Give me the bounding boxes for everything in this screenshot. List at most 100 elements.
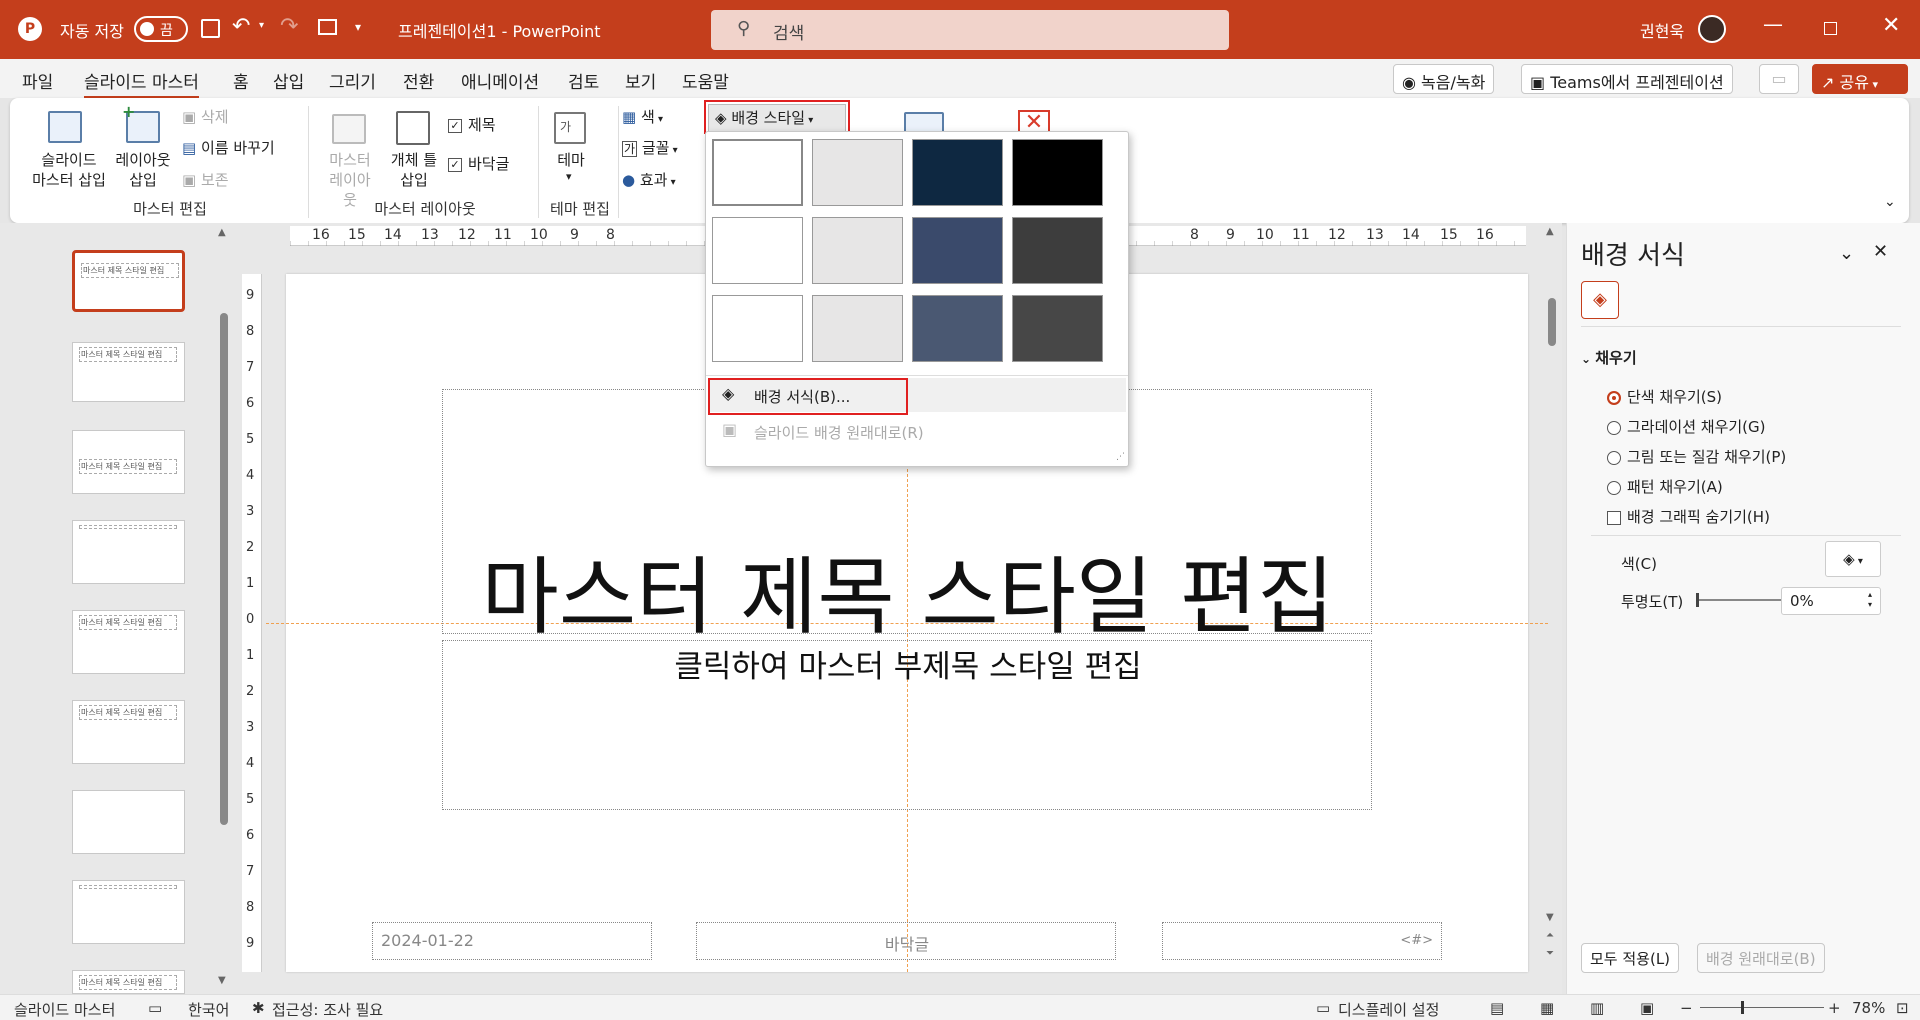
- insert-placeholder-button[interactable]: 개체 틀 삽입: [386, 150, 442, 190]
- tab-animations[interactable]: 애니메이션: [461, 68, 539, 93]
- thumbnail-layout[interactable]: [72, 790, 185, 854]
- undo-dropdown-icon[interactable]: ▾: [259, 20, 264, 31]
- scroll-up-icon[interactable]: ▲: [1546, 226, 1554, 237]
- bg-style-swatch[interactable]: [712, 217, 803, 284]
- hide-graphics-checkbox[interactable]: 배경 그래픽 숨기기(H): [1607, 506, 1770, 527]
- save-icon[interactable]: [201, 19, 220, 38]
- previous-slide-icon[interactable]: ⏶: [1546, 930, 1554, 941]
- fit-slide-icon[interactable]: ⊡: [1896, 999, 1909, 1017]
- thumbnail-layout[interactable]: 마스터 제목 스타일 편집: [72, 342, 185, 402]
- footer-checkbox[interactable]: ✓ 바닥글: [448, 154, 509, 174]
- zoom-slider-thumb[interactable]: [1741, 1001, 1744, 1014]
- bg-style-swatch[interactable]: [812, 217, 903, 284]
- bg-style-swatch[interactable]: [1012, 217, 1103, 284]
- reading-view-icon[interactable]: ▥: [1590, 999, 1604, 1017]
- scroll-thumb[interactable]: [220, 313, 228, 825]
- gradient-fill-radio[interactable]: 그라데이션 채우기(G): [1607, 416, 1766, 437]
- scroll-down-icon[interactable]: ▼: [1546, 912, 1554, 923]
- subtitle-placeholder[interactable]: 클릭하여 마스터 부제목 스타일 편집: [442, 640, 1372, 810]
- thumbnail-layout[interactable]: 마스터 제목 스타일 편집: [72, 700, 185, 764]
- status-accessibility[interactable]: 접근성: 조사 필요: [272, 999, 383, 1020]
- apply-all-button[interactable]: 모두 적용(L): [1581, 943, 1680, 973]
- title-checkbox[interactable]: ✓ 제목: [448, 115, 496, 135]
- bg-style-swatch[interactable]: [1012, 295, 1103, 362]
- date-placeholder[interactable]: 2024-01-22: [372, 922, 652, 960]
- record-button[interactable]: ◉ 녹음/녹화: [1393, 64, 1495, 94]
- ribbon-collapse-icon[interactable]: ⌄: [1884, 194, 1896, 210]
- slide-number-placeholder[interactable]: <#>: [1162, 922, 1442, 960]
- tab-help[interactable]: 도움말: [682, 68, 729, 93]
- tab-draw[interactable]: 그리기: [329, 68, 376, 93]
- bg-style-swatch[interactable]: [912, 139, 1003, 206]
- picture-fill-radio[interactable]: 그림 또는 질감 채우기(P): [1607, 446, 1786, 467]
- sorter-view-icon[interactable]: ▦: [1540, 999, 1554, 1017]
- colors-button[interactable]: ▦ 색 ▾: [622, 107, 663, 130]
- tab-insert[interactable]: 삽입: [273, 68, 304, 93]
- display-settings-icon[interactable]: ▭: [1316, 999, 1330, 1017]
- bg-style-swatch[interactable]: [712, 139, 803, 206]
- accessibility-icon[interactable]: ✱: [252, 999, 265, 1017]
- solid-fill-radio[interactable]: 단색 채우기(S): [1607, 386, 1722, 407]
- normal-view-icon[interactable]: ▤: [1490, 999, 1504, 1017]
- transparency-input[interactable]: 0% ▴ ▾: [1781, 587, 1881, 615]
- scroll-up-icon[interactable]: ▲: [218, 227, 226, 238]
- thumbnail-layout[interactable]: 마스터 제목 스타일 편집: [72, 430, 185, 494]
- scroll-thumb[interactable]: [1548, 298, 1556, 346]
- next-slide-icon[interactable]: ⏷: [1546, 948, 1554, 959]
- spellcheck-icon[interactable]: ▭: [148, 999, 162, 1017]
- search-box[interactable]: ⚲ 검색: [711, 10, 1229, 50]
- slideshow-view-icon[interactable]: ▣: [1640, 999, 1654, 1017]
- scroll-down-icon[interactable]: ▼: [218, 975, 226, 986]
- fonts-button[interactable]: 가 글꼴 ▾: [622, 138, 678, 161]
- comments-button[interactable]: ▭: [1759, 64, 1799, 94]
- fill-section-header[interactable]: ⌄ 채우기: [1581, 347, 1637, 368]
- zoom-in-icon[interactable]: +: [1828, 999, 1841, 1017]
- thumbnails-scrollbar[interactable]: ▲ ▼: [218, 223, 230, 994]
- bg-style-swatch[interactable]: [712, 295, 803, 362]
- effects-button[interactable]: ● 효과 ▾: [622, 170, 676, 193]
- pane-options-icon[interactable]: ⌄: [1839, 243, 1854, 264]
- status-display-settings[interactable]: 디스플레이 설정: [1338, 999, 1439, 1020]
- spinner-icon[interactable]: ▴ ▾: [1868, 590, 1872, 610]
- insert-slide-master-button[interactable]: 슬라이드 마스터 삽입: [28, 150, 110, 190]
- insert-layout-button[interactable]: 레이아웃 삽입: [110, 150, 176, 190]
- qat-customize-icon[interactable]: ▾: [355, 20, 361, 34]
- teams-present-button[interactable]: ▣ Teams에서 프레젠테이션: [1521, 64, 1733, 94]
- tab-transitions[interactable]: 전환: [403, 68, 434, 93]
- bg-style-swatch[interactable]: [1012, 139, 1103, 206]
- zoom-out-icon[interactable]: −: [1680, 999, 1693, 1017]
- zoom-slider[interactable]: [1700, 1001, 1824, 1014]
- color-picker-button[interactable]: ◈ ▾: [1825, 541, 1881, 577]
- zoom-level[interactable]: 78%: [1852, 999, 1885, 1017]
- thumbnail-master[interactable]: 마스터 제목 스타일 편집: [72, 250, 185, 312]
- resize-grip-icon[interactable]: ⋰: [1116, 452, 1125, 462]
- theme-button[interactable]: 테마: [550, 150, 592, 170]
- pane-close-icon[interactable]: ✕: [1873, 241, 1888, 262]
- share-button[interactable]: ↗ 공유 ▾: [1812, 64, 1908, 94]
- rename-button[interactable]: ▤ 이름 바꾸기: [182, 138, 275, 158]
- minimize-icon[interactable]: —: [1763, 12, 1783, 36]
- close-icon[interactable]: ✕: [1882, 13, 1900, 38]
- autosave-toggle[interactable]: 끔: [134, 16, 188, 42]
- status-language[interactable]: 한국어: [188, 999, 229, 1020]
- pattern-fill-radio[interactable]: 패턴 채우기(A): [1607, 476, 1723, 497]
- bg-style-swatch[interactable]: [812, 295, 903, 362]
- tab-review[interactable]: 검토: [568, 68, 599, 93]
- thumbnail-layout[interactable]: 마스터 제목 스타일 편집: [72, 970, 185, 994]
- user-name[interactable]: 권현욱: [1640, 18, 1684, 42]
- bg-style-swatch[interactable]: [912, 295, 1003, 362]
- bg-style-swatch[interactable]: [812, 139, 903, 206]
- present-icon[interactable]: [318, 19, 337, 35]
- bg-style-swatch[interactable]: [912, 217, 1003, 284]
- thumbnail-layout[interactable]: [72, 520, 185, 584]
- slider-thumb[interactable]: [1696, 593, 1699, 607]
- tab-slide-master[interactable]: 슬라이드 마스터: [84, 68, 199, 99]
- thumbnail-layout[interactable]: [72, 880, 185, 944]
- restore-icon[interactable]: [1824, 22, 1837, 35]
- tab-view[interactable]: 보기: [625, 68, 656, 93]
- canvas-scrollbar[interactable]: ▲ ▼ ⏶ ⏷: [1544, 226, 1560, 970]
- thumbnail-layout[interactable]: 마스터 제목 스타일 편집: [72, 610, 185, 674]
- fill-tab-icon[interactable]: ◈: [1581, 281, 1619, 319]
- avatar[interactable]: [1698, 15, 1726, 43]
- footer-placeholder[interactable]: 바닥글: [696, 922, 1116, 960]
